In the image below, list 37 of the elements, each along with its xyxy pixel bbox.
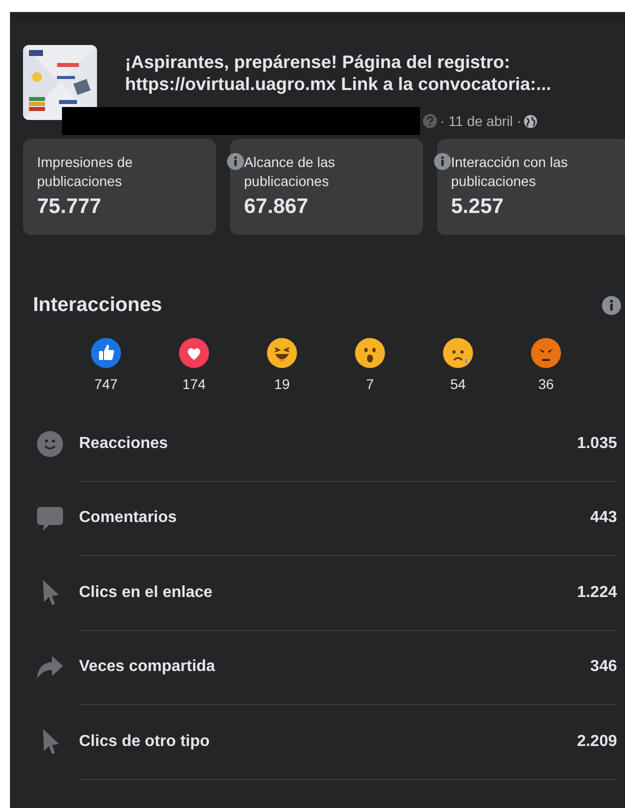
metric-label: Clics de otro tipo	[79, 732, 210, 752]
metric-value: 443	[590, 508, 617, 528]
stat-label: Alcance de las publicaciones	[244, 153, 336, 191]
laughing-face-icon	[267, 338, 297, 368]
info-icon[interactable]	[434, 153, 451, 170]
globe-icon	[524, 114, 538, 128]
reaction-count: 7	[366, 375, 374, 394]
metric-value: 346	[590, 657, 617, 678]
info-icon[interactable]	[602, 296, 621, 314]
reaction-count: 54	[450, 375, 466, 394]
post-title: ¡Aspirantes, prepárense! Página del registro: https://ovirtual.uagro.mx Link a la convocatoria:...	[125, 51, 552, 95]
metric-label: Reacciones	[79, 434, 168, 454]
stat-label: Impresiones de publicaciones	[37, 153, 134, 191]
metric-value: 1.224	[576, 582, 617, 603]
stat-value: 75.777	[37, 195, 102, 219]
crying-face-icon	[443, 338, 473, 368]
info-icon[interactable]	[227, 153, 244, 170]
stat-value: 5.257	[451, 195, 505, 219]
section-title: Interacciones	[33, 293, 162, 318]
smiley-icon	[37, 431, 63, 458]
metric-value: 2.209	[576, 732, 617, 752]
post-date: · 11 de abril ·	[440, 112, 522, 130]
metric-label: Comentarios	[79, 508, 177, 528]
reaction-count: 174	[182, 375, 206, 394]
reaction-count: 36	[538, 375, 554, 394]
stat-label: Interacción con las publicaciones	[451, 153, 569, 191]
reaction-count: 747	[94, 375, 118, 394]
metric-label: Veces compartida	[79, 657, 216, 678]
angry-face-icon	[531, 338, 561, 368]
reaction-count: 19	[274, 375, 290, 394]
share-arrow-icon	[37, 654, 63, 681]
speech-bubble-icon	[37, 506, 63, 532]
metric-label: Clics en el enlace	[79, 582, 212, 603]
stat-value: 67.867	[244, 195, 310, 219]
metric-value: 1.035	[576, 434, 617, 454]
surprised-face-icon	[355, 338, 385, 368]
thumbs-up-icon	[91, 338, 121, 368]
